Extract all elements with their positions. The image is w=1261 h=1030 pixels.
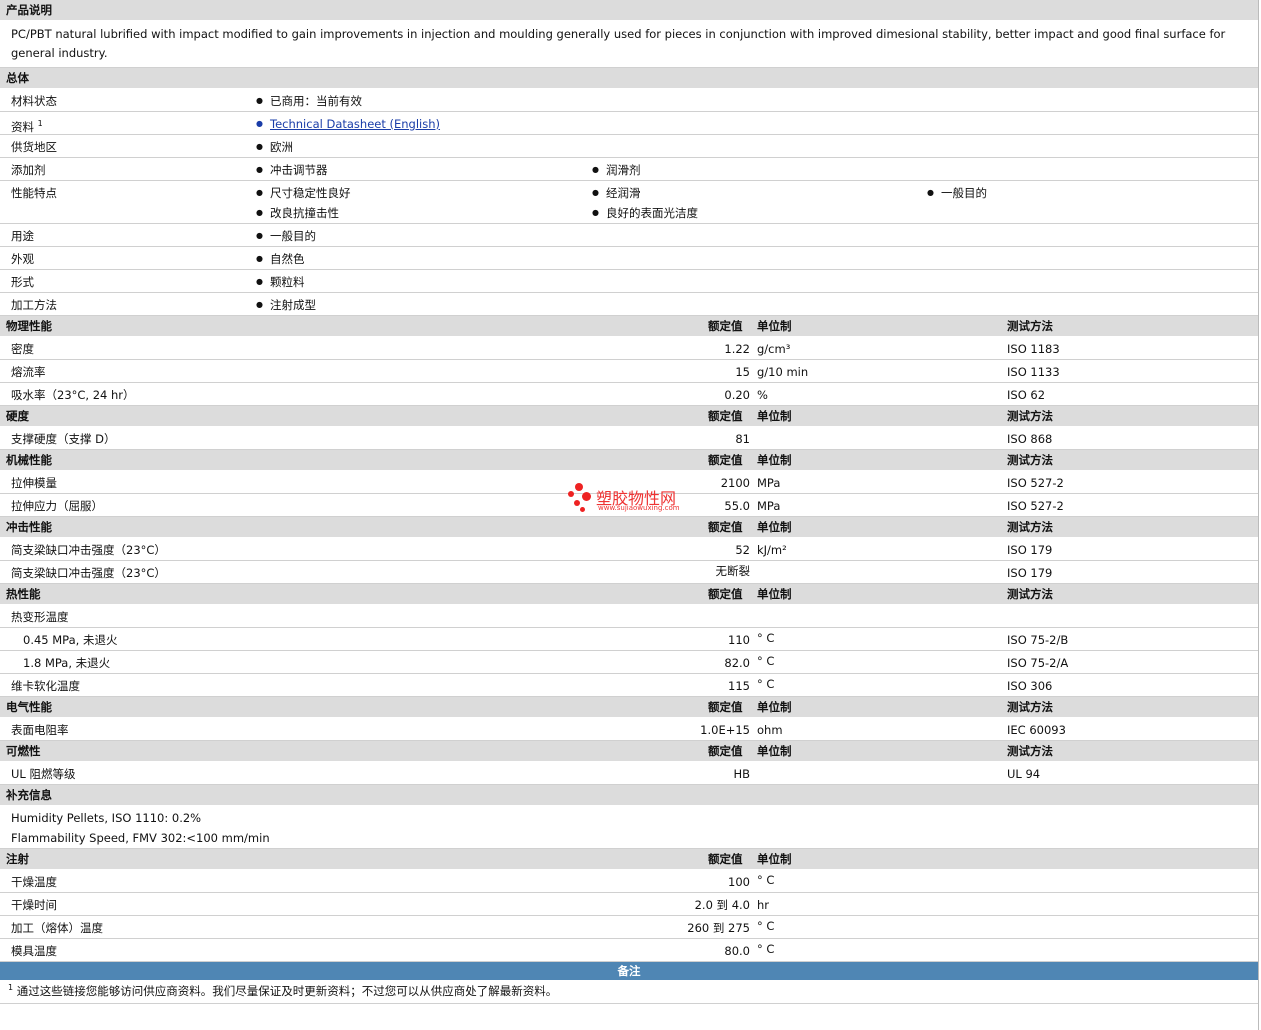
notes-header: 备注 bbox=[0, 962, 1258, 980]
section-header-hardness: 硬度 额定值 单位制 测试方法 bbox=[0, 406, 1258, 427]
row-features: 性能特点 尺寸稳定性良好 经润滑 一般目的 改良抗撞击性 良好的表面光洁度 bbox=[0, 181, 1258, 224]
section-header-description: 产品说明 bbox=[0, 0, 1258, 21]
row-injection-0: 干燥温度 100 ° C bbox=[0, 870, 1258, 893]
row-method: 加工方法 注射成型 bbox=[0, 293, 1258, 316]
section-header-electrical: 电气性能 额定值 单位制 测试方法 bbox=[0, 697, 1258, 718]
row-thermal-hdt: 热变形温度 bbox=[0, 605, 1258, 628]
row-thermal-2: 维卡软化温度 115 ° C ISO 306 bbox=[0, 674, 1258, 697]
row-thermal-1: 1.8 MPa, 未退火 82.0 ° C ISO 75-2/A bbox=[0, 651, 1258, 674]
product-description: PC/PBT natural lubrified with impact mod… bbox=[0, 21, 1258, 68]
row-impact-1: 简支梁缺口冲击强度（23°C） 无断裂 ISO 179 bbox=[0, 561, 1258, 584]
row-physical-2: 吸水率（23°C, 24 hr） 0.20% ISO 62 bbox=[0, 383, 1258, 406]
section-header-mechanical: 机械性能 额定值 单位制 测试方法 bbox=[0, 450, 1258, 471]
row-physical-1: 熔流率 15 g/10 min ISO 1133 bbox=[0, 360, 1258, 383]
section-header-injection: 注射 额定值 单位制 bbox=[0, 849, 1258, 870]
row-thermal-0: 0.45 MPa, 未退火 110 ° C ISO 75-2/B bbox=[0, 628, 1258, 651]
section-header-impact: 冲击性能 额定值 单位制 测试方法 bbox=[0, 517, 1258, 538]
row-status: 材料状态 已商用：当前有效 bbox=[0, 89, 1258, 112]
row-physical-0: 密度 1.22 g/cm³ ISO 1183 bbox=[0, 337, 1258, 360]
row-impact-0: 简支梁缺口冲击强度（23°C） 52 kJ/m² ISO 179 bbox=[0, 538, 1258, 561]
datasheet: 产品说明 PC/PBT natural lubrified with impac… bbox=[0, 0, 1259, 1030]
row-electrical-0: 表面电阻率 1.0E+15 ohm IEC 60093 bbox=[0, 718, 1258, 741]
row-appearance: 外观 自然色 bbox=[0, 247, 1258, 270]
row-region: 供货地区 欧洲 bbox=[0, 135, 1258, 158]
row-injection-3: 模具温度 80.0 ° C bbox=[0, 939, 1258, 962]
row-supplemental: Humidity Pellets, ISO 1110: 0.2% Flammab… bbox=[0, 806, 1258, 849]
notes-text: 1 通过这些链接您能够访问供应商资料。我们尽量保证及时更新资料；不过您可以从供应… bbox=[0, 980, 1258, 1004]
row-additives: 添加剂 冲击调节器 润滑剂 bbox=[0, 158, 1258, 181]
row-flammability-0: UL 阻燃等级 HB UL 94 bbox=[0, 762, 1258, 785]
row-injection-1: 干燥时间 2.0 到 4.0 hr bbox=[0, 893, 1258, 916]
watermark-url: www.sujiaowuxing.com bbox=[598, 504, 680, 512]
technical-datasheet-link[interactable]: Technical Datasheet (English) bbox=[256, 114, 440, 134]
section-header-general: 总体 bbox=[0, 68, 1258, 89]
row-hardness-0: 支撑硬度（支撑 D） 81 ISO 868 bbox=[0, 427, 1258, 450]
section-header-physical: 物理性能 额定值 单位制 测试方法 bbox=[0, 316, 1258, 337]
row-form: 形式 颗粒料 bbox=[0, 270, 1258, 293]
section-header-thermal: 热性能 额定值 单位制 测试方法 bbox=[0, 584, 1258, 605]
section-header-supplemental: 补充信息 bbox=[0, 785, 1258, 806]
row-injection-2: 加工（熔体）温度 260 到 275 ° C bbox=[0, 916, 1258, 939]
section-header-flammability: 可燃性 额定值 单位制 测试方法 bbox=[0, 741, 1258, 762]
row-docs: 资料 1 Technical Datasheet (English) bbox=[0, 112, 1258, 135]
row-uses: 用途 一般目的 bbox=[0, 224, 1258, 247]
